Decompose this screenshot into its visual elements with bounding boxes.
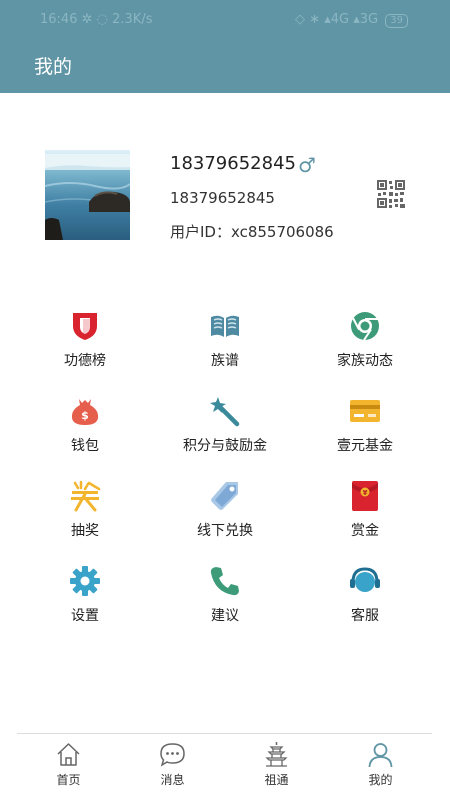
page-title: 我的 (34, 56, 73, 78)
svg-text:$: $ (81, 409, 89, 422)
phone-number: 18379652845 (170, 189, 275, 207)
menu-item-points-incentives[interactable]: 积分与鼓励金 (150, 385, 300, 465)
card-icon (349, 395, 381, 427)
bluetooth-icon: ∗ (309, 12, 321, 27)
tab-home[interactable]: 首页 (17, 734, 120, 800)
tag-icon (209, 480, 241, 512)
menu-item-family-news[interactable]: 家族动态 (290, 300, 440, 380)
message-icon (159, 741, 186, 768)
settings-status-icon: ✲ ◌ (81, 12, 113, 27)
shield-icon (69, 310, 101, 342)
book-icon (209, 310, 241, 342)
tab-mine[interactable]: 我的 (329, 734, 432, 800)
status-speed: 2.3K/s (112, 12, 153, 27)
chrome-icon (349, 310, 381, 342)
menu-item-customer-service[interactable]: 客服 (290, 555, 440, 635)
menu-item-wallet[interactable]: $ 钱包 (10, 385, 160, 465)
menu-item-label: 抽奖 (71, 523, 99, 539)
menu-item-label: 功德榜 (64, 353, 106, 369)
red-envelope-icon: ¥ (349, 480, 381, 512)
bottom-tab-bar: 首页 消息 祖通 我的 (17, 733, 432, 800)
status-network: 4G (330, 12, 350, 27)
menu-item-settings[interactable]: 设置 (10, 555, 160, 635)
tab-ancestry[interactable]: 祖通 (225, 734, 328, 800)
tab-label: 首页 (56, 773, 81, 787)
prize-icon (69, 480, 101, 512)
username: 18379652845 (170, 153, 296, 174)
menu-item-label: 壹元基金 (337, 438, 393, 454)
menu-item-offline-redeem[interactable]: 线下兑换 (150, 470, 300, 550)
tab-label: 祖通 (264, 773, 289, 787)
phone-icon (209, 565, 241, 597)
user-icon (367, 741, 394, 768)
menu-item-label: 钱包 (71, 438, 99, 454)
status-right: ◇ ∗ ▴4G ▴3G 39 (295, 12, 408, 28)
tab-messages[interactable]: 消息 (121, 734, 224, 800)
profile-section[interactable]: 18379652845 ♂ 18379652845 用户ID：xc8557060… (0, 93, 450, 283)
menu-item-label: 客服 (351, 608, 379, 624)
menu-item-lottery[interactable]: 抽奖 (10, 470, 160, 550)
magic-wand-icon (209, 395, 241, 427)
home-icon (55, 741, 82, 768)
headset-icon (349, 565, 381, 597)
menu-item-one-yuan-fund[interactable]: 壹元基金 (290, 385, 440, 465)
gear-icon (69, 565, 101, 597)
menu-item-label: 线下兑换 (197, 523, 253, 539)
menu-item-label: 赏金 (351, 523, 379, 539)
menu-item-suggestion[interactable]: 建议 (150, 555, 300, 635)
male-icon: ♂ (298, 153, 316, 177)
avatar[interactable] (45, 150, 130, 240)
menu-item-label: 族谱 (211, 353, 239, 369)
user-id: 用户ID：xc855706086 (170, 223, 334, 241)
menu-item-label: 设置 (71, 608, 99, 624)
menu-item-label: 建议 (211, 608, 239, 624)
status-bar: 16:46 ✲ ◌ 2.3K/s ◇ ∗ ▴4G ▴3G 39 (0, 0, 450, 40)
wifi-icon: ◇ (295, 12, 306, 27)
pagoda-icon (263, 741, 290, 768)
menu-item-label: 积分与鼓励金 (183, 438, 267, 454)
battery-icon: 39 (385, 14, 408, 28)
app-header: 16:46 ✲ ◌ 2.3K/s ◇ ∗ ▴4G ▴3G 39 我的 (0, 0, 450, 93)
menu-item-merit-board[interactable]: 功德榜 (10, 300, 160, 380)
money-bag-icon: $ (69, 395, 101, 427)
menu-item-label: 家族动态 (337, 353, 393, 369)
qr-code-icon[interactable] (376, 179, 406, 209)
tab-label: 我的 (368, 773, 393, 787)
status-network-2: 3G (359, 12, 379, 27)
tab-label: 消息 (160, 773, 185, 787)
status-left: 16:46 ✲ ◌ 2.3K/s (40, 12, 152, 27)
status-time: 16:46 (40, 12, 78, 27)
menu-item-genealogy[interactable]: 族谱 (150, 300, 300, 380)
menu-item-bounty[interactable]: ¥ 赏金 (290, 470, 440, 550)
svg-text:¥: ¥ (363, 489, 368, 497)
